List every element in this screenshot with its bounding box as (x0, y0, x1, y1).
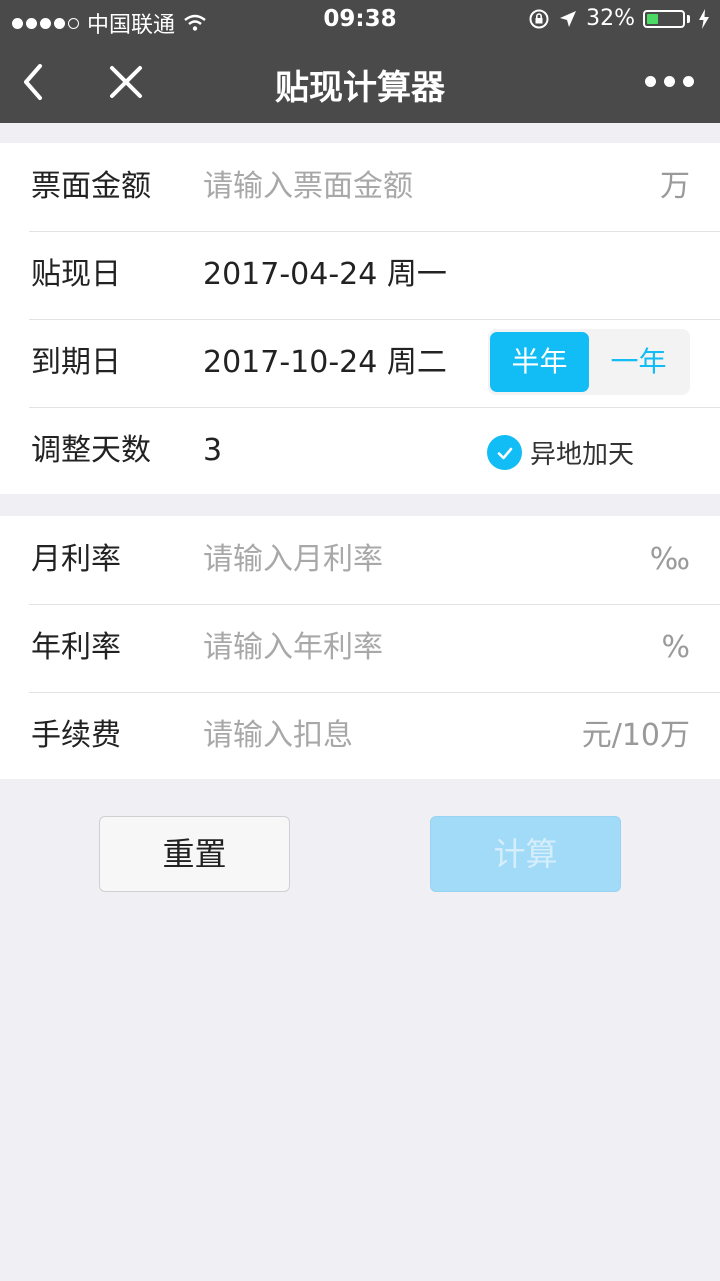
battery-cap (687, 14, 690, 23)
page-title: 贴现计算器 (275, 68, 445, 108)
annual-rate-unit: % (661, 630, 690, 665)
monthly-rate-unit: ‰ (649, 542, 690, 577)
annual-rate-row: 年利率 请输入年利率 % (0, 604, 720, 692)
adjust-days-row: 调整天数 3 异地加天 (0, 407, 720, 495)
location-arrow-icon (560, 10, 577, 27)
term-segmented-control: 半年 一年 (488, 329, 690, 395)
adjust-days-label: 调整天数 (31, 433, 151, 468)
battery-icon (643, 9, 685, 28)
face-amount-row: 票面金额 请输入票面金额 万 (0, 143, 720, 231)
fee-input[interactable]: 请输入扣息 (203, 692, 353, 780)
checkmark-icon[interactable] (487, 435, 522, 470)
face-amount-unit: 万 (660, 169, 690, 204)
annual-rate-label: 年利率 (31, 630, 121, 665)
more-options-icon[interactable] (645, 76, 694, 87)
status-right: 32% (528, 6, 710, 31)
bill-info-section: 票面金额 请输入票面金额 万 贴现日 2017-04-24 周一 到期日 201… (0, 143, 720, 494)
monthly-rate-label: 月利率 (31, 542, 121, 577)
status-bar: 中国联通 09:38 32% (0, 0, 720, 40)
half-year-option[interactable]: 半年 (490, 332, 589, 392)
navigation-bar: 贴现计算器 (0, 40, 720, 123)
calculate-button[interactable]: 计算 (430, 816, 621, 892)
due-date-picker[interactable]: 2017-10-24 周二 (203, 319, 447, 407)
fee-label: 手续费 (31, 718, 121, 753)
charging-bolt-icon (699, 8, 709, 29)
battery-percent: 32% (586, 6, 635, 31)
one-year-option[interactable]: 一年 (589, 332, 688, 392)
discount-date-row: 贴现日 2017-04-24 周一 (0, 231, 720, 319)
discount-date-picker[interactable]: 2017-04-24 周一 (203, 231, 447, 319)
face-amount-input[interactable]: 请输入票面金额 (203, 143, 413, 231)
fee-unit: 元/10万 (581, 718, 690, 753)
discount-date-label: 贴现日 (31, 257, 121, 292)
rotation-lock-icon (529, 9, 549, 28)
annual-rate-input[interactable]: 请输入年利率 (203, 604, 383, 692)
monthly-rate-row: 月利率 请输入月利率 ‰ (0, 516, 720, 604)
remote-extra-day-label[interactable]: 异地加天 (530, 434, 634, 471)
adjust-days-input[interactable]: 3 (203, 407, 222, 495)
fee-row: 手续费 请输入扣息 元/10万 (0, 692, 720, 780)
due-date-row: 到期日 2017-10-24 周二 半年 一年 (0, 319, 720, 407)
due-date-label: 到期日 (31, 345, 121, 380)
battery-level (647, 13, 658, 24)
reset-button[interactable]: 重置 (99, 816, 290, 892)
rate-section: 月利率 请输入月利率 ‰ 年利率 请输入年利率 % 手续费 请输入扣息 元/10… (0, 516, 720, 779)
face-amount-label: 票面金额 (31, 169, 151, 204)
monthly-rate-input[interactable]: 请输入月利率 (203, 516, 383, 604)
remote-extra-day-checkbox[interactable]: 异地加天 (487, 434, 634, 471)
